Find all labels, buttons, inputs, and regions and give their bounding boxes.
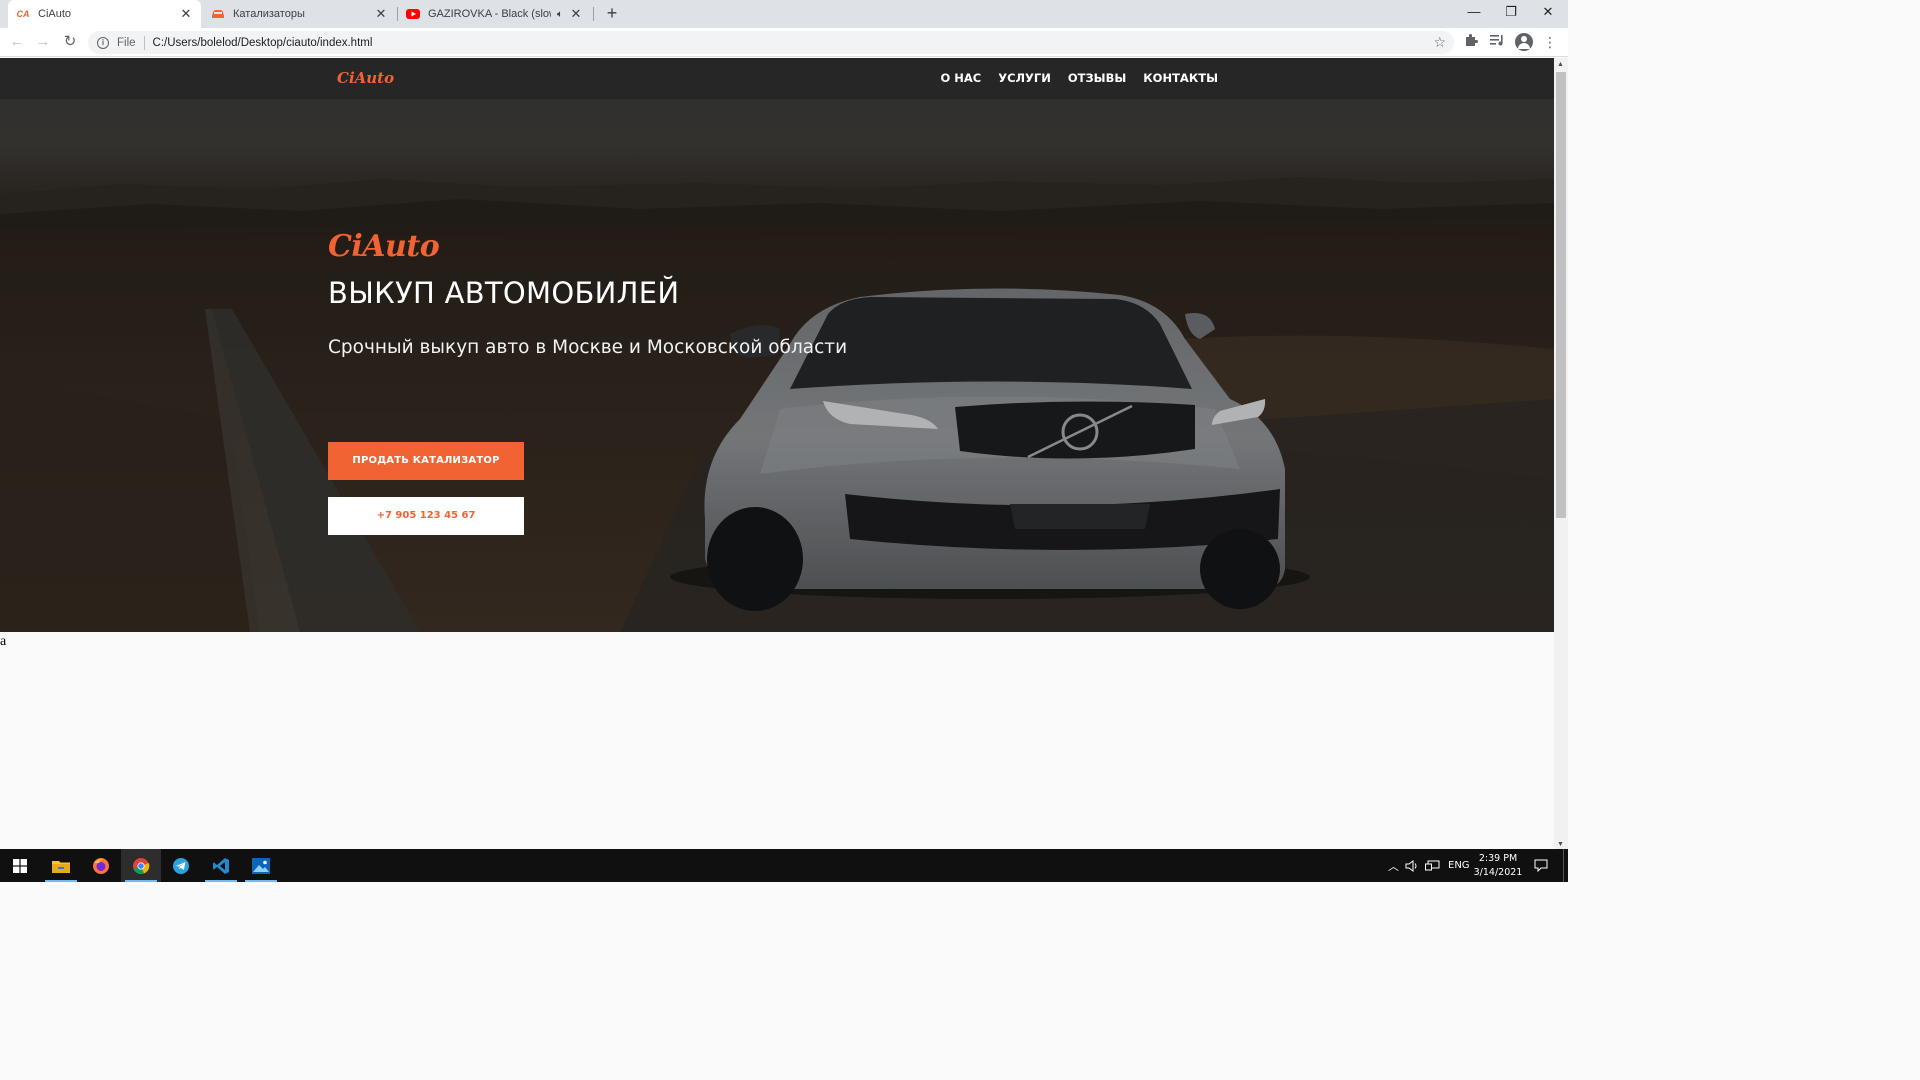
active-indicator xyxy=(205,880,237,882)
notifications-icon[interactable] xyxy=(1534,849,1548,882)
windows-taskbar: ︿ ENG 2:39 PM 3/14/2021 xyxy=(0,849,1568,882)
nav-services[interactable]: УСЛУГИ xyxy=(998,71,1051,85)
windows-start-icon[interactable] xyxy=(0,849,40,882)
scroll-thumb[interactable] xyxy=(1556,72,1566,518)
reload-icon[interactable]: ↻ xyxy=(60,32,80,52)
tab-title: GAZIROVKA - Black (slowed xyxy=(428,8,551,20)
telegram-icon[interactable] xyxy=(161,849,201,882)
phone-button[interactable]: +7 905 123 45 67 xyxy=(328,497,524,535)
scroll-down-arrow-icon[interactable]: ▼ xyxy=(1557,841,1564,848)
youtube-icon xyxy=(406,7,420,21)
address-bar[interactable]: i File C:/Users/bolelod/Desktop/ciauto/i… xyxy=(88,31,1454,54)
clock-time: 2:39 PM xyxy=(1478,853,1518,864)
url-text[interactable]: C:/Users/bolelod/Desktop/ciauto/index.ht… xyxy=(153,37,373,49)
speaker-icon[interactable]: 🔈︎ xyxy=(557,9,563,20)
close-icon[interactable]: ✕ xyxy=(374,6,388,22)
forward-icon[interactable]: → xyxy=(33,32,53,52)
hero-brand: CiAuto xyxy=(328,229,440,264)
ciauto-favicon: CA xyxy=(16,9,30,19)
page-viewport: CiAuto О НАС УСЛУГИ ОТЗЫВЫ КОНТАКТЫ CiAu… xyxy=(0,58,1554,849)
close-icon[interactable]: ✕ xyxy=(179,6,193,22)
browser-tab-bar: CA CiAuto ✕ Катализаторы ✕ GAZIROVKA - B… xyxy=(0,0,1568,28)
sell-catalyst-button[interactable]: ПРОДАТЬ КАТАЛИЗАТОР xyxy=(328,442,524,480)
volume-icon[interactable] xyxy=(1405,849,1419,882)
photos-icon[interactable] xyxy=(241,849,281,882)
kebab-menu-icon[interactable]: ⋮ xyxy=(1541,33,1559,51)
car-icon xyxy=(211,7,225,21)
hero-overlay xyxy=(0,99,1554,632)
stray-text: a xyxy=(0,634,7,649)
extensions-icon[interactable] xyxy=(1462,33,1480,51)
info-icon[interactable]: i xyxy=(97,36,109,49)
tab-title: Катализаторы xyxy=(233,8,305,20)
hero-section: CiAuto ВЫКУП АВТОМОБИЛЕЙ Срочный выкуп а… xyxy=(0,99,1554,632)
firefox-icon[interactable] xyxy=(81,849,121,882)
tab-catalysts[interactable]: Катализаторы ✕ xyxy=(203,0,396,28)
minimize-icon[interactable]: — xyxy=(1456,0,1492,26)
hero-title: ВЫКУП АВТОМОБИЛЕЙ xyxy=(328,276,680,310)
active-indicator xyxy=(125,880,157,882)
tab-separator xyxy=(593,7,594,21)
tab-ciauto[interactable]: CA CiAuto ✕ xyxy=(8,0,201,28)
chrome-icon[interactable] xyxy=(121,849,161,882)
back-icon[interactable]: ← xyxy=(7,32,27,52)
show-desktop-button[interactable] xyxy=(1563,849,1564,882)
tab-youtube[interactable]: GAZIROVKA - Black (slowed 🔈︎ ✕ xyxy=(398,0,591,28)
tab-title: CiAuto xyxy=(38,8,72,20)
clock-date: 3/14/2021 xyxy=(1473,867,1523,878)
nav-contacts[interactable]: КОНТАКТЫ xyxy=(1143,71,1218,85)
scheme-label: File xyxy=(117,36,136,49)
window-close-icon[interactable]: ✕ xyxy=(1530,0,1566,26)
media-queue-icon[interactable] xyxy=(1488,33,1506,51)
taskbar-clock[interactable]: 2:39 PM 3/14/2021 xyxy=(1470,852,1526,880)
close-icon[interactable]: ✕ xyxy=(569,6,583,22)
vscode-icon[interactable] xyxy=(201,849,241,882)
restore-icon[interactable]: ❐ xyxy=(1493,0,1529,26)
browser-toolbar: ← → ↻ i File C:/Users/bolelod/Desktop/ci… xyxy=(0,28,1568,57)
new-tab-button[interactable]: + xyxy=(602,3,622,23)
site-header: CiAuto О НАС УСЛУГИ ОТЗЫВЫ КОНТАКТЫ xyxy=(0,58,1554,99)
hero-subtitle: Срочный выкуп авто в Москве и Московской… xyxy=(328,337,848,358)
main-nav: О НАС УСЛУГИ ОТЗЫВЫ КОНТАКТЫ xyxy=(940,71,1218,85)
active-indicator xyxy=(45,880,77,882)
omnibox-divider xyxy=(143,35,145,50)
vertical-scrollbar[interactable]: ▲ ▼ xyxy=(1554,58,1568,849)
scroll-up-arrow-icon[interactable]: ▲ xyxy=(1557,61,1564,68)
language-indicator[interactable]: ENG xyxy=(1448,849,1470,882)
tray-overflow-icon[interactable]: ︿ xyxy=(1388,849,1399,882)
active-indicator xyxy=(245,880,277,882)
site-logo[interactable]: CiAuto xyxy=(337,69,394,87)
file-explorer-icon[interactable] xyxy=(41,849,81,882)
nav-about[interactable]: О НАС xyxy=(940,71,981,85)
bookmark-star-icon[interactable]: ☆ xyxy=(1433,34,1446,51)
network-icon[interactable] xyxy=(1425,849,1440,882)
profile-avatar-icon[interactable] xyxy=(1515,33,1533,51)
nav-reviews[interactable]: ОТЗЫВЫ xyxy=(1068,71,1126,85)
